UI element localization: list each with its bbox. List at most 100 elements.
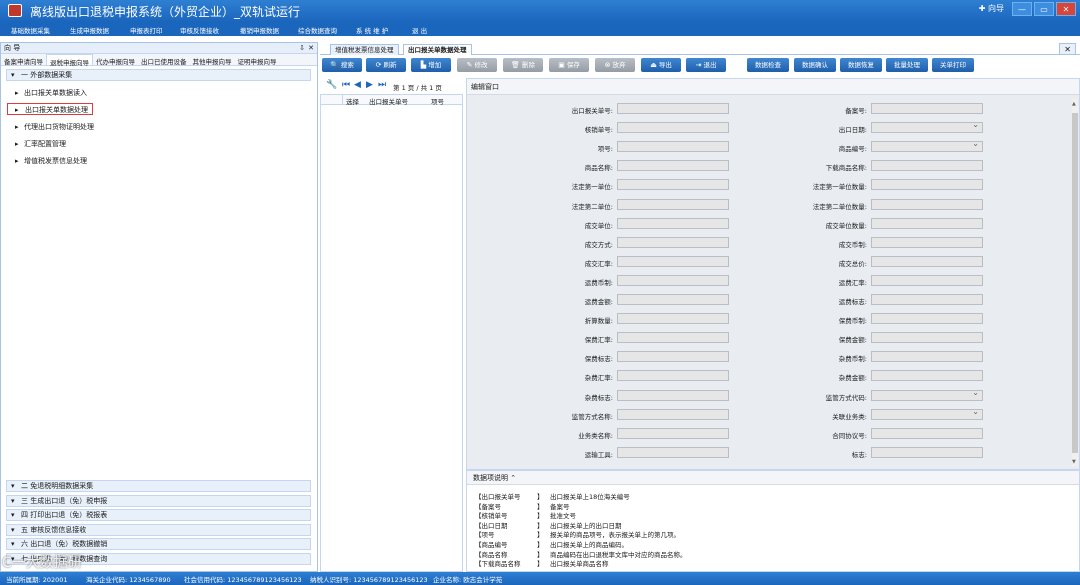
tree-item-vat-invoice[interactable]: 增值税发票信息处理 [15, 155, 87, 167]
menu-item-print[interactable]: 申报表打印 [130, 25, 163, 35]
field-input-right-9[interactable] [871, 274, 983, 286]
field-input-left-0[interactable] [617, 103, 729, 114]
field-input-right-7[interactable] [871, 236, 983, 248]
field-input-right-4[interactable] [871, 179, 983, 191]
field-input-left-7[interactable] [617, 236, 729, 248]
section-6[interactable]: 六 出口退（免）税数据撤销 [6, 538, 311, 550]
tree-item-agent-cert[interactable]: 代理出口货物证明处理 [15, 121, 94, 133]
col-customs-no[interactable]: 出口报关单号 [369, 96, 408, 106]
field-input-left-9[interactable] [617, 274, 729, 286]
scroll-up-icon[interactable]: ▲ [1072, 101, 1076, 107]
last-page-icon[interactable]: ⏭ [378, 80, 386, 90]
section-5[interactable]: 五 审核反馈信息接收 [6, 524, 311, 536]
menu-item-revoke[interactable]: 撤销申报数据 [240, 25, 279, 35]
field-input-right-8[interactable] [871, 255, 983, 267]
close-tab-icon[interactable]: ✕ [1059, 43, 1076, 54]
field-input-right-14[interactable] [871, 370, 983, 382]
tree-item-customs-import[interactable]: 出口报关单数据读入 [15, 87, 87, 99]
save-button[interactable]: ▣ 保存 [549, 58, 589, 72]
wrench-icon[interactable]: 🔧 [326, 80, 337, 90]
batch-button[interactable]: 批量处理 [886, 58, 928, 72]
field-input-left-4[interactable] [617, 179, 729, 191]
tab-vat-invoice[interactable]: 增值税发票信息处理 [330, 44, 399, 55]
field-input-right-13[interactable] [871, 351, 983, 363]
field-input-right-6[interactable] [871, 217, 983, 229]
tab-certificate[interactable]: 证明申报向导 [235, 54, 280, 66]
field-input-left-5[interactable] [617, 198, 729, 210]
discard-button[interactable]: ⊗ 放弃 [595, 58, 635, 72]
field-input-left-1[interactable] [617, 122, 729, 134]
menu-item-generate[interactable]: 生成申报数据 [70, 25, 109, 35]
edit-button[interactable]: ✎ 修改 [457, 58, 497, 72]
section-4[interactable]: 四 打印出口退（免）税报表 [6, 509, 311, 521]
scroll-down-icon[interactable]: ▼ [1072, 459, 1076, 465]
data-restore-button[interactable]: 数据恢复 [840, 58, 882, 72]
export-button[interactable]: ⏏ 导出 [641, 58, 681, 72]
field-input-right-3[interactable] [871, 160, 983, 172]
field-input-left-11[interactable] [617, 313, 729, 325]
field-select-right-2[interactable] [871, 139, 983, 153]
section-external-data[interactable]: 一 外部数据采集 [6, 69, 311, 81]
tree-item-exchange-rate[interactable]: 汇率配置管理 [15, 138, 66, 150]
refresh-button[interactable]: ⟳ 刷新 [366, 58, 406, 72]
first-page-icon[interactable]: ⏮ [342, 80, 350, 90]
menu-item-exit[interactable]: 退 出 [412, 25, 427, 35]
tab-customs-process[interactable]: 出口报关单数据处理 [403, 44, 472, 55]
field-input-left-18[interactable] [617, 446, 729, 458]
field-input-left-15[interactable] [617, 389, 729, 401]
minimize-button[interactable]: — [1012, 2, 1032, 16]
field-select-right-16[interactable] [871, 407, 983, 420]
menu-item-feedback[interactable]: 审核反馈接收 [180, 25, 219, 35]
menu-item-basic-data[interactable]: 基础数据采集 [11, 25, 50, 35]
col-select[interactable]: 选择 [346, 96, 359, 106]
field-input-right-18[interactable] [871, 446, 983, 458]
section-3[interactable]: 三 生成出口退（免）税申报 [6, 495, 311, 507]
field-input-right-11[interactable] [871, 313, 983, 325]
chevron-up-icon[interactable]: ⌃ [510, 474, 516, 482]
field-select-right-1[interactable] [871, 120, 983, 134]
field-input-left-10[interactable] [617, 294, 729, 305]
search-button[interactable]: 🔍 搜索 [322, 58, 362, 72]
print-customs-button[interactable]: 关单打印 [932, 58, 974, 72]
section-2[interactable]: 二 免退税明细数据采集 [6, 480, 311, 492]
menu-item-system[interactable]: 系 统 维 护 [356, 25, 388, 35]
delete-button[interactable]: 🗑 删除 [503, 58, 543, 72]
field-input-left-12[interactable] [617, 332, 729, 344]
field-input-left-16[interactable] [617, 408, 729, 420]
field-input-right-0[interactable] [871, 103, 983, 114]
field-input-right-5[interactable] [871, 198, 983, 210]
restore-button[interactable]: ▭ [1034, 2, 1054, 16]
prev-page-icon[interactable]: ◀ [354, 80, 361, 90]
field-input-right-12[interactable] [871, 332, 983, 344]
field-input-right-10[interactable] [871, 294, 983, 305]
scroll-thumb[interactable] [1072, 113, 1078, 453]
tab-agent[interactable]: 代办申报向导 [93, 54, 138, 66]
field-input-left-3[interactable] [617, 160, 729, 172]
next-page-icon[interactable]: ▶ [366, 80, 373, 90]
field-input-left-8[interactable] [617, 255, 729, 267]
close-icon[interactable]: ✕ [308, 43, 314, 54]
data-check-button[interactable]: 数据检查 [747, 58, 789, 72]
tab-refund[interactable]: 退税申报向导 [46, 54, 93, 67]
guide-button[interactable]: ✚ 向导 [973, 2, 1010, 16]
field-input-left-13[interactable] [617, 351, 729, 363]
field-input-left-2[interactable] [617, 141, 729, 153]
add-button[interactable]: ▙ 增加 [411, 58, 451, 72]
field-input-right-17[interactable] [871, 427, 983, 439]
field-select-right-15[interactable] [871, 388, 983, 401]
field-input-left-14[interactable] [617, 370, 729, 382]
field-input-left-17[interactable] [617, 427, 729, 439]
tab-used-equipment[interactable]: 出口已使用设备 [138, 54, 190, 66]
tree-item-customs-process[interactable]: 出口报关单数据处理 [7, 103, 93, 116]
field-input-left-6[interactable] [617, 217, 729, 229]
edit-scrollbar[interactable]: ▲ ▼ [1072, 99, 1078, 467]
tab-filing[interactable]: 备案申请向导 [1, 54, 46, 66]
col-item-no[interactable]: 项号 [431, 96, 444, 106]
pin-icon[interactable]: ⇩ [299, 43, 305, 54]
close-button[interactable]: ✕ [1056, 2, 1076, 16]
data-confirm-button[interactable]: 数据确认 [794, 58, 836, 72]
status-company-name: 企业名称: 欧志会计学苑 [433, 576, 503, 584]
tab-other[interactable]: 其他申报向导 [190, 54, 235, 66]
exit-button[interactable]: ⇥ 退出 [686, 58, 726, 72]
menu-item-query[interactable]: 综合数据查询 [298, 25, 337, 35]
